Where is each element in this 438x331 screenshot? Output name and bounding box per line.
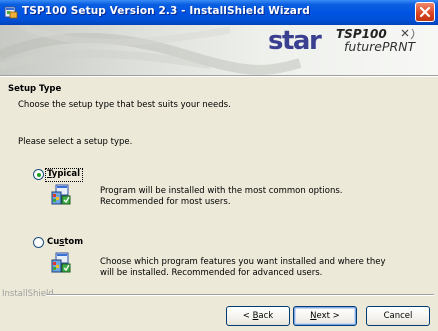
custom-description-line2: will be installed. Recommended for advan… — [100, 268, 323, 278]
back-button[interactable]: < Back — [226, 306, 290, 326]
custom-label[interactable]: Custom — [47, 237, 83, 247]
banner-divider-highlight — [0, 76, 438, 77]
logo-x-mark — [401, 29, 409, 37]
setup-window-icon — [4, 6, 18, 19]
typical-description-line1: Program will be installed with the most … — [100, 186, 343, 196]
next-button[interactable]: Next > — [293, 306, 357, 326]
typical-description-line2: Recommended for most users. — [100, 197, 231, 207]
typical-setup-icon — [51, 184, 71, 205]
star-brand-logo: star — [268, 27, 323, 53]
typical-radio[interactable] — [33, 169, 44, 180]
radio-selected-dot — [36, 172, 41, 177]
window-title: TSP100 Setup Version 2.3 - InstallShield… — [22, 5, 310, 17]
instruction-text: Please select a setup type. — [18, 137, 133, 147]
custom-setup-icon — [51, 252, 71, 273]
typical-label[interactable]: Typical — [47, 169, 80, 179]
custom-radio[interactable] — [33, 237, 44, 248]
page-heading: Setup Type — [8, 84, 62, 94]
page-subheading: Choose the setup type that best suits yo… — [18, 100, 231, 110]
close-icon — [419, 6, 431, 18]
custom-description-line1: Choose which program features you want i… — [100, 257, 386, 267]
star-logo-text: star — [268, 27, 322, 53]
close-button[interactable] — [415, 2, 435, 22]
logo-futureprnt-text: futurePRNT — [344, 39, 417, 53]
cancel-button[interactable]: Cancel — [366, 306, 430, 326]
footer-divider-highlight — [46, 295, 434, 296]
tsp100-futureprnt-logo: TSP100 futurePRNT — [336, 27, 417, 53]
title-bar[interactable]: TSP100 Setup Version 2.3 - InstallShield… — [0, 0, 438, 25]
